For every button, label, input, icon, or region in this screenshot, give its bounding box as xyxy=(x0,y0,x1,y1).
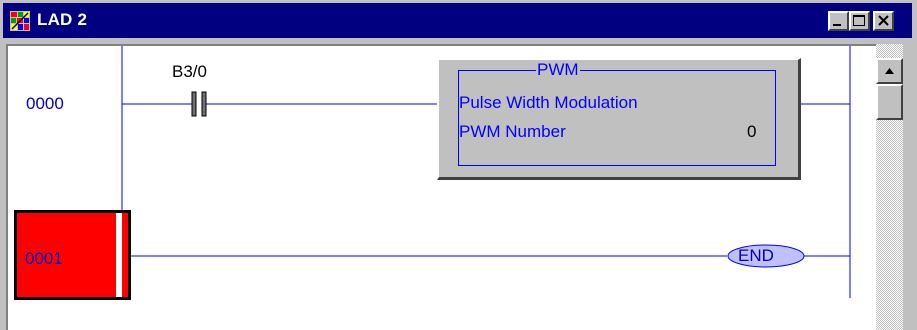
pwm-title: PWM xyxy=(536,60,580,79)
ladder-window: LAD 2 0000 0001 B3/0 PWM Pulse Width Mod… xyxy=(0,0,917,330)
pwm-number-value[interactable]: 0 xyxy=(747,122,756,142)
rung-number-0001: 0001 xyxy=(25,249,63,268)
selection-caret xyxy=(116,213,122,297)
end-marker[interactable]: END xyxy=(738,247,774,265)
rung-number-0000[interactable]: 0000 xyxy=(26,94,64,114)
pwm-inner-frame: PWM Pulse Width Modulation PWM Number 0 xyxy=(458,61,776,166)
pwm-description: Pulse Width Modulation xyxy=(459,93,638,112)
rung-0001-selected[interactable]: 0001 xyxy=(14,210,131,300)
pwm-number-label: PWM Number xyxy=(459,122,566,141)
pwm-instruction-block[interactable]: PWM Pulse Width Modulation PWM Number 0 xyxy=(437,58,801,180)
contact-b3-0[interactable] xyxy=(191,91,207,117)
contact-address-label[interactable]: B3/0 xyxy=(172,62,207,82)
